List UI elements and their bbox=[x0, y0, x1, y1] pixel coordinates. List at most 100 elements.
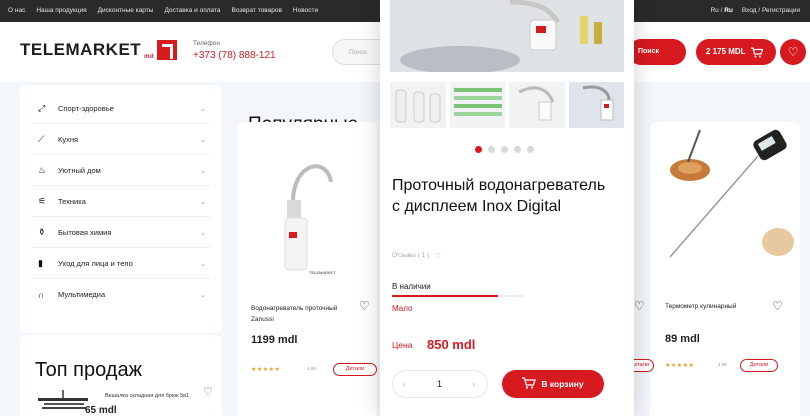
topbar-link-about[interactable]: О нас bbox=[8, 7, 25, 14]
heart-icon[interactable]: ♡ bbox=[359, 299, 370, 313]
sidebar-item-care[interactable]: ▮ Уход для лица и тело ⌄ bbox=[32, 248, 210, 279]
carousel-dot[interactable] bbox=[501, 146, 508, 153]
thumbnail-4-active[interactable] bbox=[568, 82, 624, 128]
top-sales-panel: Топ продаж Вешалка складная для брюк 5в1… bbox=[20, 335, 222, 416]
details-button[interactable]: Детали bbox=[740, 359, 778, 372]
heart-icon[interactable]: ♡ bbox=[203, 385, 213, 398]
sidebar-item-label: Техника bbox=[58, 196, 86, 206]
category-sidebar: ⤢ Спорт-здоровье ⌄ ⟋ Кухня ⌄ ♨ Уютный дом ⌄ ⚟ Т… bbox=[20, 85, 222, 333]
cart-button[interactable]: 2 175 MDL bbox=[696, 39, 776, 65]
topbar-link-returns[interactable]: Возврат товаров bbox=[232, 7, 282, 14]
carousel-dot[interactable] bbox=[488, 146, 495, 153]
sidebar-item-home[interactable]: ♨ Уютный дом ⌄ bbox=[32, 155, 210, 186]
sidebar-item-multimedia[interactable]: ∩ Мультимедиа ⌄ bbox=[32, 279, 210, 310]
stock-status: В наличии bbox=[392, 282, 431, 291]
headphones-icon: ∩ bbox=[38, 289, 45, 300]
dumbbell-icon: ⤢ bbox=[38, 102, 46, 113]
gadget-icon: ⚟ bbox=[38, 195, 47, 206]
chevron-down-icon: ⌄ bbox=[200, 199, 206, 206]
product-price: 89 mdl bbox=[665, 333, 700, 345]
thumbnail-1[interactable] bbox=[390, 82, 446, 128]
rating-stars-icon: ★★★★★ bbox=[665, 363, 695, 369]
heart-icon[interactable]: ♡ bbox=[435, 252, 441, 260]
stock-level-bar bbox=[392, 295, 524, 297]
product-name[interactable]: Водонагреватель проточный Zanussi bbox=[251, 303, 351, 325]
topbar-link-news[interactable]: Новости bbox=[293, 7, 318, 14]
product-card-water-heater[interactable]: TELEMARKET Водонагреватель проточный Zan… bbox=[237, 122, 377, 416]
chevron-down-icon: ⌄ bbox=[200, 230, 206, 237]
carousel-dot-active[interactable] bbox=[475, 146, 482, 153]
chevron-down-icon: ⌄ bbox=[200, 292, 206, 299]
svg-text:TELEMARKET: TELEMARKET bbox=[309, 270, 336, 275]
sidebar-item-label: Кухня bbox=[58, 134, 79, 144]
favorites-button[interactable]: ♡ bbox=[780, 39, 806, 65]
product-card-thermometer[interactable]: ♡ Детали Термометр кулинарный ♡ 89 mdl ★… bbox=[626, 122, 800, 416]
top-sales-title: Топ продаж bbox=[35, 359, 142, 381]
price-value: 850 mdl bbox=[427, 337, 476, 352]
chevron-down-icon: ⌄ bbox=[200, 261, 206, 268]
lang-active[interactable]: Ru bbox=[724, 7, 733, 14]
price-label: Цена bbox=[392, 340, 413, 350]
heart-icon: ♡ bbox=[787, 45, 799, 59]
phone-block: Телефон +373 (78) 888-121 bbox=[193, 40, 276, 61]
cart-total: 2 175 MDL bbox=[706, 47, 746, 56]
reviews-link[interactable]: Отзывы ( 1 ) ♡ bbox=[392, 252, 441, 260]
product-main-image[interactable] bbox=[390, 0, 624, 74]
sidebar-item-label: Уход для лица и тело bbox=[58, 258, 133, 268]
spray-bottle-icon: ⚱ bbox=[38, 226, 46, 237]
sidebar-item-chemicals[interactable]: ⚱ Бытовая химия ⌄ bbox=[32, 217, 210, 248]
thumbnail-2[interactable] bbox=[449, 82, 505, 128]
product-title: Проточный водонагреватель с дисплеем Ino… bbox=[392, 177, 606, 215]
login-register-link[interactable]: Вход / Регистрация bbox=[742, 7, 800, 14]
top-sales-item-name[interactable]: Вешалка складная для брюк 5в1 bbox=[105, 393, 189, 399]
logo-suffix: md bbox=[144, 54, 155, 60]
carousel-dot[interactable] bbox=[527, 146, 534, 153]
carousel-dot[interactable] bbox=[514, 146, 521, 153]
language-switch[interactable]: Ru / Ru bbox=[710, 7, 732, 14]
topbar-right: Ru / Ru Вход / Регистрация bbox=[710, 7, 800, 14]
search-button[interactable]: Поиск bbox=[628, 39, 686, 65]
chevron-down-icon: ⌄ bbox=[200, 106, 206, 113]
cosmetics-icon: ▮ bbox=[38, 257, 43, 268]
topbar-links: О нас Наша продукция Дисконтные карты До… bbox=[8, 7, 318, 14]
details-button[interactable]: Детали bbox=[333, 363, 377, 376]
knife-icon: ⟋ bbox=[38, 133, 45, 144]
topbar-link-delivery[interactable]: Доставка и оплата bbox=[164, 7, 220, 14]
logo[interactable]: TELEMARKET md bbox=[20, 40, 178, 60]
product-name[interactable]: Термометр кулинарный bbox=[665, 303, 736, 310]
lang-separator: / bbox=[720, 7, 723, 14]
product-image bbox=[669, 129, 794, 258]
logo-mark-icon bbox=[157, 40, 178, 60]
rating-value: 4.99 bbox=[718, 362, 727, 367]
topbar-link-discount-cards[interactable]: Дисконтные карты bbox=[98, 7, 154, 14]
chevron-down-icon: ⌄ bbox=[200, 168, 206, 175]
topbar-link-products[interactable]: Наша продукция bbox=[36, 7, 86, 14]
sidebar-item-kitchen[interactable]: ⟋ Кухня ⌄ bbox=[32, 124, 210, 155]
sidebar-item-label: Бытовая химия bbox=[58, 227, 112, 237]
heart-icon[interactable]: ♡ bbox=[772, 299, 783, 313]
sidebar-item-label: Уютный дом bbox=[58, 165, 101, 175]
lang-ru[interactable]: Ru bbox=[710, 7, 718, 14]
phone-number[interactable]: +373 (78) 888-121 bbox=[193, 50, 276, 61]
rating-stars-icon: ★★★★★ bbox=[251, 367, 281, 373]
cart-icon bbox=[750, 47, 763, 65]
rating-value: 4.99 bbox=[307, 366, 316, 371]
cart-icon bbox=[522, 377, 537, 391]
reviews-count: Отзывы ( 1 ) bbox=[392, 252, 430, 259]
product-image: TELEMARKET bbox=[284, 164, 336, 275]
add-to-cart-label: В корзину bbox=[541, 379, 584, 389]
heart-icon[interactable]: ♡ bbox=[634, 299, 645, 313]
thumbnail-3[interactable] bbox=[509, 82, 565, 128]
chevron-right-icon[interactable]: › bbox=[472, 379, 475, 389]
sidebar-item-sport[interactable]: ⤢ Спорт-здоровье ⌄ bbox=[32, 93, 210, 124]
carousel-dots bbox=[475, 146, 534, 153]
quantity-stepper: ‹ 1 › bbox=[392, 370, 488, 398]
product-price: 1199 mdl bbox=[251, 334, 298, 346]
chevron-left-icon[interactable]: ‹ bbox=[403, 379, 406, 389]
sidebar-item-label: Мультимедиа bbox=[58, 290, 106, 299]
add-to-cart-button[interactable]: В корзину bbox=[502, 370, 604, 398]
quantity-value[interactable]: 1 bbox=[437, 379, 442, 389]
sidebar-item-tech[interactable]: ⚟ Техника ⌄ bbox=[32, 186, 210, 217]
phone-label: Телефон bbox=[193, 40, 220, 47]
product-thumbnails bbox=[390, 82, 624, 128]
